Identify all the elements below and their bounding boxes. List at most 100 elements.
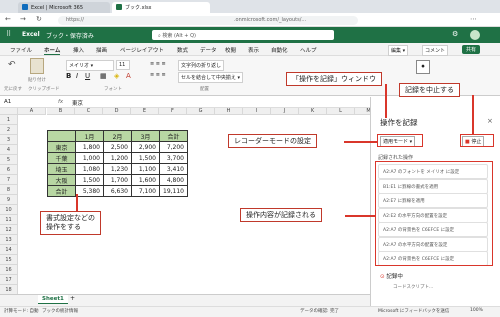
value-cell[interactable]: 19,110 bbox=[159, 185, 188, 197]
column-header-C[interactable]: C bbox=[75, 108, 103, 115]
row-label-cell[interactable]: 大阪 bbox=[47, 174, 76, 186]
column-header-E[interactable]: E bbox=[131, 108, 159, 115]
record-actions-icon[interactable]: ⏺ bbox=[416, 60, 430, 74]
tab-view[interactable]: 表示 bbox=[248, 46, 259, 54]
tab-insert[interactable]: 挿入 bbox=[73, 46, 84, 54]
column-header-I[interactable]: I bbox=[243, 108, 271, 115]
tab-automate[interactable]: 自動化 bbox=[271, 46, 288, 54]
value-cell[interactable]: 7,200 bbox=[159, 141, 188, 153]
column-header-B[interactable]: B bbox=[47, 108, 75, 115]
refresh-icon[interactable]: ↻ bbox=[36, 15, 42, 23]
gear-icon[interactable]: ⚙ bbox=[452, 30, 458, 38]
row-label-cell[interactable]: 埼玉 bbox=[47, 163, 76, 175]
row-header[interactable]: 17 bbox=[0, 275, 18, 285]
feedback-link[interactable]: Microsoft にフィードバックを送信 bbox=[378, 308, 449, 314]
tab-review[interactable]: 校閲 bbox=[225, 46, 236, 54]
tab-help[interactable]: ヘルプ bbox=[300, 46, 317, 54]
column-header-J[interactable]: J bbox=[271, 108, 299, 115]
data-table[interactable]: 1月 2月 3月 合計 東京 1,800 2,500 2,900 7,200 千葉 1,000 1,2… bbox=[47, 130, 188, 197]
align-left-icon[interactable]: ≡ ≡ ≡ bbox=[150, 72, 166, 78]
column-header-G[interactable]: G bbox=[187, 108, 215, 115]
column-header-A[interactable]: A bbox=[18, 108, 46, 115]
tab-file[interactable]: ファイル bbox=[10, 46, 32, 54]
select-all-corner[interactable] bbox=[0, 108, 18, 115]
table-header-cell[interactable]: 3月 bbox=[131, 130, 160, 142]
row-header[interactable]: 13 bbox=[0, 235, 18, 245]
value-cell[interactable]: 1,000 bbox=[75, 152, 104, 164]
tab-page-layout[interactable]: ページレイアウト bbox=[120, 46, 164, 54]
value-cell[interactable]: 3,410 bbox=[159, 163, 188, 175]
forward-arrow-icon[interactable]: → bbox=[20, 15, 26, 23]
url-field[interactable]: https://.onmicrosoft.com/_layouts/... bbox=[58, 16, 358, 25]
close-icon[interactable]: × bbox=[487, 117, 493, 125]
italic-icon[interactable]: I bbox=[76, 72, 78, 80]
column-header-D[interactable]: D bbox=[103, 108, 131, 115]
font-size-select[interactable]: 11 bbox=[116, 60, 130, 70]
value-cell[interactable]: 1,100 bbox=[131, 163, 160, 175]
tab-formulas[interactable]: 数式 bbox=[177, 46, 188, 54]
row-header[interactable]: 15 bbox=[0, 255, 18, 265]
wrap-text-button[interactable]: 文字列の折り返し bbox=[178, 60, 225, 71]
value-cell[interactable]: 1,500 bbox=[131, 152, 160, 164]
fill-color-icon[interactable]: ◈ bbox=[114, 72, 119, 80]
row-header[interactable]: 14 bbox=[0, 245, 18, 255]
font-name-select[interactable]: メイリオ ▾ bbox=[66, 60, 114, 71]
browser-tab-workbook[interactable]: ブック.xlsx bbox=[112, 2, 210, 13]
row-header[interactable]: 1 bbox=[0, 115, 18, 125]
column-header-H[interactable]: H bbox=[215, 108, 243, 115]
table-header-cell[interactable]: 1月 bbox=[75, 130, 104, 142]
value-cell[interactable]: 2,900 bbox=[131, 141, 160, 153]
paste-icon[interactable] bbox=[30, 58, 44, 74]
row-header[interactable]: 9 bbox=[0, 195, 18, 205]
value-cell[interactable]: 1,080 bbox=[75, 163, 104, 175]
table-header-cell[interactable] bbox=[47, 130, 76, 142]
edit-mode-button[interactable]: 編集 ▾ bbox=[388, 45, 409, 56]
underline-icon[interactable]: U bbox=[85, 72, 90, 80]
row-header[interactable]: 7 bbox=[0, 175, 18, 185]
zoom-level[interactable]: 100% bbox=[470, 308, 483, 313]
search-input[interactable]: ⌕ 検索 (Alt + Q) bbox=[152, 30, 334, 40]
row-header[interactable]: 16 bbox=[0, 265, 18, 275]
row-label-cell[interactable]: 合計 bbox=[47, 185, 76, 197]
undo-icon[interactable]: ↶ bbox=[8, 60, 16, 70]
table-header-cell[interactable]: 合計 bbox=[159, 130, 188, 142]
row-header[interactable]: 11 bbox=[0, 215, 18, 225]
value-cell[interactable]: 7,100 bbox=[131, 185, 160, 197]
value-cell[interactable]: 1,800 bbox=[75, 141, 104, 153]
value-cell[interactable]: 4,800 bbox=[159, 174, 188, 186]
comment-button[interactable]: コメント bbox=[422, 45, 449, 56]
row-header[interactable]: 8 bbox=[0, 185, 18, 195]
share-button[interactable]: 共有 bbox=[462, 45, 481, 54]
row-header[interactable]: 10 bbox=[0, 205, 18, 215]
value-cell[interactable]: 2,500 bbox=[103, 141, 132, 153]
back-arrow-icon[interactable]: ← bbox=[5, 15, 11, 23]
app-launcher-icon[interactable]: ⠿ bbox=[6, 30, 11, 38]
value-cell[interactable]: 3,700 bbox=[159, 152, 188, 164]
font-color-icon[interactable]: A bbox=[126, 72, 131, 80]
value-cell[interactable]: 1,230 bbox=[103, 163, 132, 175]
formula-input[interactable]: 東京 bbox=[72, 99, 83, 107]
column-header-F[interactable]: F bbox=[159, 108, 187, 115]
value-cell[interactable]: 1,500 bbox=[75, 174, 104, 186]
tab-data[interactable]: データ bbox=[200, 46, 217, 54]
row-header[interactable]: 4 bbox=[0, 145, 18, 155]
avatar[interactable] bbox=[470, 30, 480, 40]
row-label-cell[interactable]: 千葉 bbox=[47, 152, 76, 164]
value-cell[interactable]: 1,700 bbox=[103, 174, 132, 186]
browser-tab-excel-365[interactable]: Excel | Microsoft 365 bbox=[18, 2, 110, 13]
row-header[interactable]: 12 bbox=[0, 225, 18, 235]
align-top-icon[interactable]: ≡ ≡ ≡ bbox=[150, 61, 166, 67]
column-header-L[interactable]: L bbox=[327, 108, 355, 115]
table-header-cell[interactable]: 2月 bbox=[103, 130, 132, 142]
row-header[interactable]: 6 bbox=[0, 165, 18, 175]
merge-center-button[interactable]: セルを結合して中央揃え ▾ bbox=[178, 72, 243, 83]
column-header-K[interactable]: K bbox=[299, 108, 327, 115]
row-header[interactable]: 2 bbox=[0, 125, 18, 135]
bold-icon[interactable]: B bbox=[66, 72, 71, 80]
row-label-cell[interactable]: 東京 bbox=[47, 141, 76, 153]
sheet-tab[interactable]: Sheet1 bbox=[38, 295, 68, 304]
tab-home[interactable]: ホーム bbox=[44, 46, 61, 55]
workbook-stats-status[interactable]: ブックの統計情報 bbox=[42, 308, 78, 314]
value-cell[interactable]: 6,630 bbox=[103, 185, 132, 197]
document-title[interactable]: ブック・保存済み bbox=[46, 31, 94, 40]
